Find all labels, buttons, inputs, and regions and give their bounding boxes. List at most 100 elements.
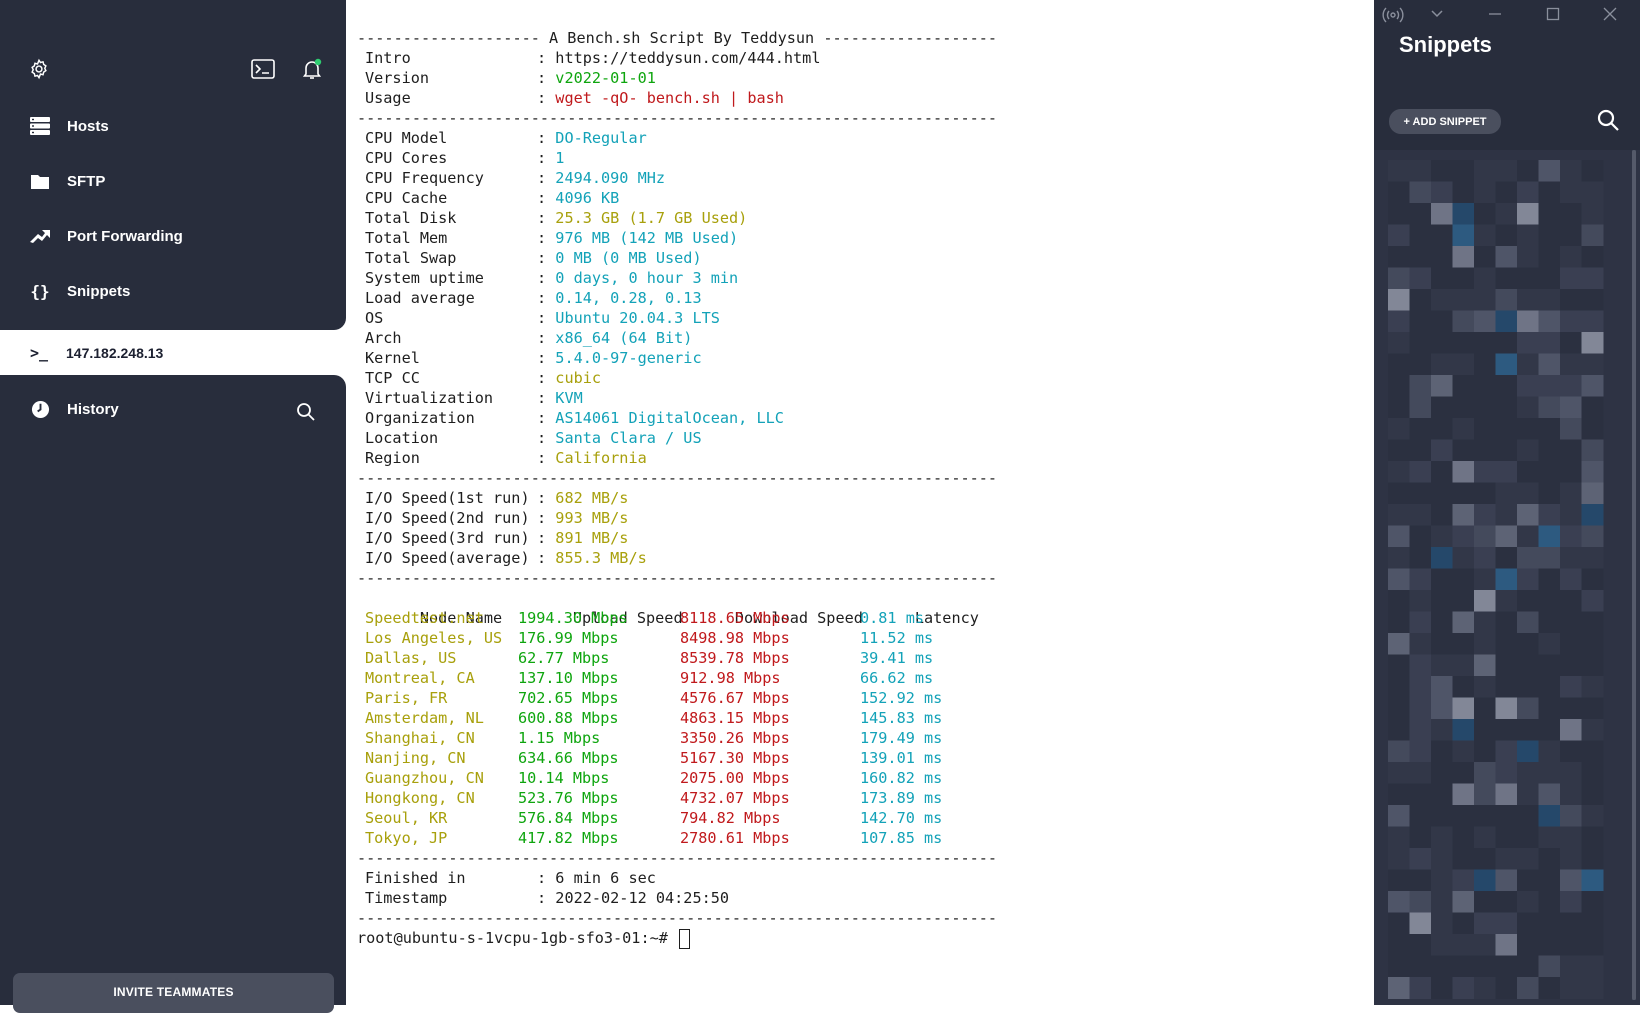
speed-table-cell: 417.82 Mbps — [518, 829, 619, 847]
maximize-icon[interactable] — [1546, 6, 1560, 25]
pixel-block — [1388, 203, 1410, 225]
pixel-block — [1538, 934, 1561, 956]
pixel-block — [1560, 396, 1582, 419]
sidebar-item-sftp[interactable]: SFTP — [0, 158, 346, 204]
pixel-block — [1517, 654, 1539, 677]
gear-icon[interactable] — [28, 58, 50, 80]
info-line: CPU Cores: 1 — [357, 148, 997, 168]
pixel-block — [1409, 697, 1432, 720]
search-icon[interactable] — [296, 402, 316, 422]
info-colon: : — [537, 529, 556, 547]
pixel-block — [1517, 547, 1539, 569]
pixel-block — [1409, 203, 1432, 225]
summary-block: Finished in: 6 min 6 sec Timestamp: 2022-… — [357, 868, 997, 908]
sidebar-item-label: SFTP — [67, 172, 106, 190]
pixel-block — [1495, 955, 1518, 978]
speed-table-cell: 5167.30 Mbps — [680, 749, 790, 767]
pixel-block — [1452, 504, 1475, 526]
pixel-block — [1517, 461, 1539, 483]
pixel-block — [1495, 633, 1518, 655]
pixel-block — [1431, 633, 1453, 655]
sidebar-item-hosts[interactable]: Hosts — [0, 103, 346, 149]
speed-table-row: Speedtest.net 1994.30 Mbps 8118.65 Mbps 0.8… — [357, 608, 997, 628]
pixel-block — [1581, 418, 1604, 440]
pixel-block — [1495, 160, 1518, 182]
active-host-tab[interactable]: >_ 147.182.248.13 — [13, 331, 345, 374]
pixel-block — [1388, 224, 1410, 247]
pixel-block — [1452, 934, 1475, 956]
pixel-block — [1452, 224, 1475, 247]
pixel-block — [1431, 848, 1453, 870]
pixel-block — [1388, 461, 1410, 483]
pixel-block — [1538, 418, 1561, 440]
pixel-block — [1452, 525, 1475, 548]
sidebar-item-snippets[interactable]: {} Snippets — [0, 268, 346, 314]
pixel-block — [1581, 805, 1604, 827]
pixel-block — [1517, 246, 1539, 268]
sidebar-item-port-forwarding[interactable]: Port Forwarding — [0, 213, 346, 259]
pixel-block — [1517, 482, 1539, 505]
pixel-block — [1388, 977, 1410, 999]
minimize-icon[interactable] — [1488, 6, 1502, 25]
pixel-block — [1452, 590, 1475, 612]
search-icon[interactable] — [1596, 108, 1620, 137]
pixel-block — [1431, 353, 1453, 376]
invite-teammates-button[interactable]: INVITE TEAMMATES — [13, 973, 334, 1013]
pixel-block — [1409, 246, 1432, 268]
info-colon: : — [537, 369, 556, 387]
info-key: I/O Speed(3rd run) — [365, 529, 530, 547]
pixel-block — [1431, 396, 1453, 419]
pixel-block — [1538, 654, 1561, 677]
pixel-block — [1581, 310, 1604, 333]
broadcast-icon[interactable] — [1382, 6, 1404, 27]
info-colon: : — [537, 189, 556, 207]
pixel-block — [1474, 762, 1496, 784]
pixel-block — [1560, 353, 1582, 376]
pixel-block — [1431, 611, 1453, 634]
speed-table-row: Tokyo, JP 417.82 Mbps 2780.61 Mbps 107.85 m… — [357, 828, 997, 848]
pixel-block — [1538, 439, 1561, 462]
sidebar: Hosts SFTP Port Forwarding {} Snippets >… — [0, 0, 346, 1013]
pixel-block — [1431, 547, 1453, 569]
close-icon[interactable] — [1603, 6, 1617, 25]
pixel-block — [1431, 289, 1453, 311]
pixel-block — [1431, 568, 1453, 591]
info-value: v2022-01-01 — [555, 69, 656, 87]
sidebar-item-history[interactable]: History — [0, 386, 346, 432]
pixel-block — [1452, 289, 1475, 311]
info-colon: : — [537, 49, 556, 67]
pixel-block — [1581, 633, 1604, 655]
pixel-block — [1431, 783, 1453, 806]
pixel-block — [1409, 869, 1432, 892]
pixel-block — [1474, 353, 1496, 376]
pixel-block — [1581, 719, 1604, 741]
pixel-block — [1409, 633, 1432, 655]
chevron-down-icon[interactable] — [1430, 6, 1444, 25]
pixel-block — [1495, 396, 1518, 419]
pixel-block — [1517, 633, 1539, 655]
speed-table-cell: 66.62 ms — [860, 669, 934, 687]
bell-icon[interactable] — [300, 57, 324, 81]
speed-table-row: Dallas, US 62.77 Mbps 8539.78 Mbps 39.41 ms — [357, 648, 997, 668]
pixel-block — [1452, 439, 1475, 462]
pixel-block — [1388, 676, 1410, 698]
pixel-block — [1409, 310, 1432, 333]
info-line: Timestamp: 2022-02-12 04:25:50 — [357, 888, 997, 908]
info-value: 855.3 MB/s — [555, 549, 647, 567]
pixel-block — [1409, 719, 1432, 741]
terminal-window[interactable]: -------------------- A Bench.sh Script B… — [346, 0, 1374, 1005]
add-snippet-button[interactable]: + ADD SNIPPET — [1389, 109, 1501, 134]
pixel-block — [1409, 654, 1432, 677]
pixel-block — [1581, 676, 1604, 698]
terminal-icon[interactable] — [251, 59, 275, 79]
speed-table-row: Amsterdam, NL 600.88 Mbps 4863.15 Mbps 145.… — [357, 708, 997, 728]
pixel-block — [1517, 224, 1539, 247]
pixel-block — [1581, 762, 1604, 784]
pixel-block — [1495, 418, 1518, 440]
pixel-block — [1388, 697, 1410, 720]
scrollbar-thumb[interactable] — [1632, 150, 1636, 1000]
scrollbar[interactable] — [1632, 150, 1636, 1000]
pixel-block — [1495, 934, 1518, 956]
pixel-block — [1560, 504, 1582, 526]
info-key: Kernel — [365, 349, 420, 367]
